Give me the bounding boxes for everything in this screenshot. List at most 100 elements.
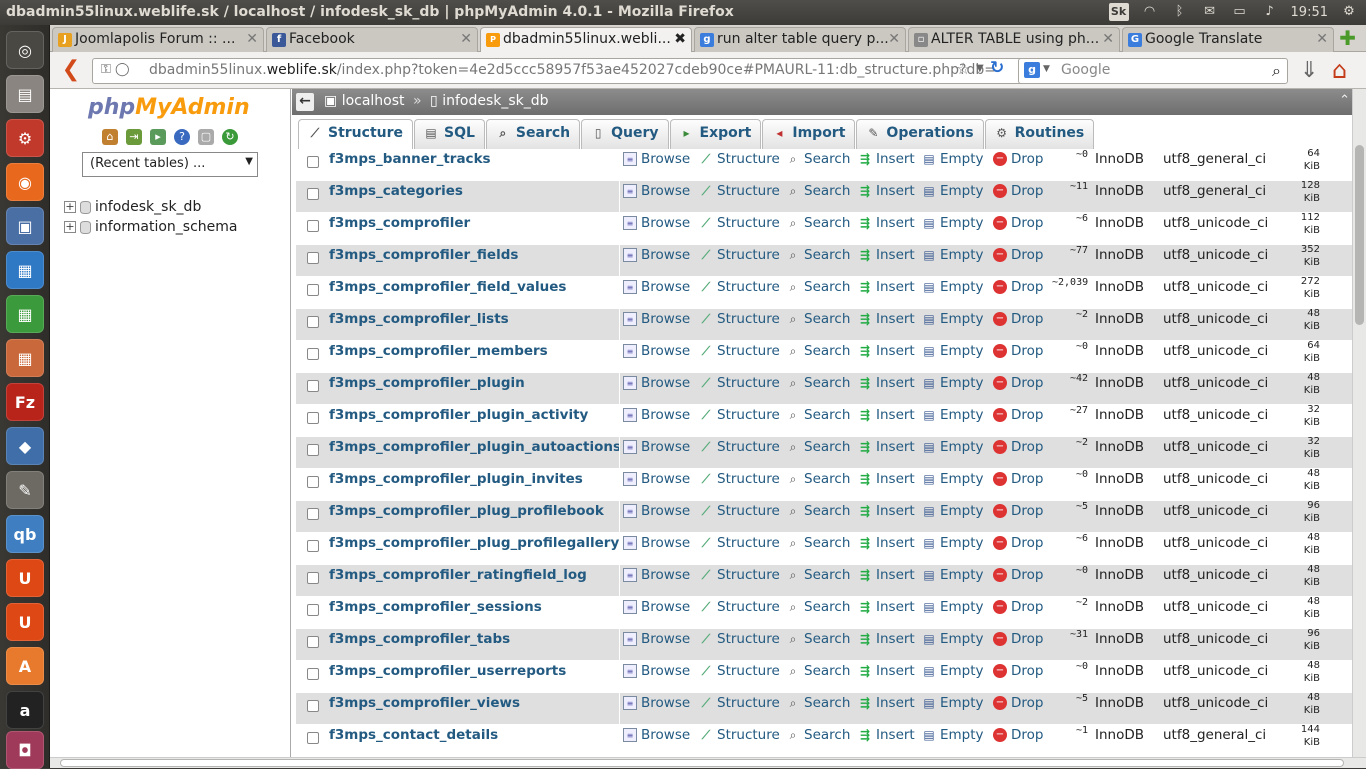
reload-icon[interactable]: ↻ <box>990 58 1004 78</box>
structure-action[interactable]: ⟋ Structure <box>699 599 780 615</box>
volume-icon[interactable]: ♪ <box>1261 3 1279 21</box>
collapse-navigation-button[interactable]: ← <box>296 93 314 111</box>
row-checkbox[interactable] <box>307 412 319 424</box>
insert-action[interactable]: ⇶ Insert <box>858 343 915 359</box>
structure-action[interactable]: ⟋ Structure <box>699 311 780 327</box>
empty-action[interactable]: ▤ Empty <box>922 663 983 679</box>
row-checkbox[interactable] <box>307 636 319 648</box>
empty-action[interactable]: ▤ Empty <box>922 311 983 327</box>
browse-action[interactable]: ≡ Browse <box>623 727 690 743</box>
empty-action[interactable]: ▤ Empty <box>922 471 983 487</box>
table-name-link[interactable]: f3mps_comprofiler_plugin_activity <box>329 407 619 423</box>
drop-action[interactable]: − Drop <box>993 727 1043 743</box>
tab-export[interactable]: ▸ Export <box>669 119 762 149</box>
row-checkbox[interactable] <box>307 732 319 744</box>
structure-action[interactable]: ⟋ Structure <box>699 695 780 711</box>
bluetooth-icon[interactable]: ᛒ <box>1171 3 1189 21</box>
insert-action[interactable]: ⇶ Insert <box>858 183 915 199</box>
ubuntu-software-icon[interactable]: U <box>6 603 44 641</box>
software-center-icon[interactable]: A <box>6 647 44 685</box>
recent-tables-select[interactable]: (Recent tables) ... ▼ <box>82 152 258 177</box>
firefox-icon[interactable]: ◉ <box>6 163 44 201</box>
db-tree-item[interactable]: + information_schema <box>64 219 238 235</box>
empty-action[interactable]: ▤ Empty <box>922 247 983 263</box>
dash-home-icon[interactable]: ◎ <box>6 31 44 69</box>
drop-action[interactable]: − Drop <box>993 567 1043 583</box>
close-icon[interactable]: ✕ <box>888 31 900 47</box>
table-name-link[interactable]: f3mps_comprofiler <box>329 215 619 231</box>
browse-action[interactable]: ≡ Browse <box>623 567 690 583</box>
row-checkbox[interactable] <box>307 508 319 520</box>
history-dropdown-icon[interactable]: ▼ <box>976 63 984 74</box>
settings-icon[interactable]: ⚙ <box>6 119 44 157</box>
empty-action[interactable]: ▤ Empty <box>922 375 983 391</box>
browse-action[interactable]: ≡ Browse <box>623 279 690 295</box>
row-checkbox[interactable] <box>307 284 319 296</box>
table-name-link[interactable]: f3mps_comprofiler_ratingfield_log <box>329 567 619 583</box>
downloads-icon[interactable]: ⇓ <box>1300 58 1318 83</box>
structure-action[interactable]: ⟋ Structure <box>699 631 780 647</box>
structure-action[interactable]: ⟋ Structure <box>699 151 780 167</box>
empty-action[interactable]: ▤ Empty <box>922 631 983 647</box>
insert-action[interactable]: ⇶ Insert <box>858 311 915 327</box>
row-checkbox[interactable] <box>307 380 319 392</box>
trash-icon[interactable]: ◘ <box>6 731 44 769</box>
expand-icon[interactable]: + <box>64 221 76 233</box>
phpmyadmin-logo[interactable]: phpMyAdmin <box>88 95 250 120</box>
browse-action[interactable]: ≡ Browse <box>623 247 690 263</box>
drop-action[interactable]: − Drop <box>993 279 1043 295</box>
browse-action[interactable]: ≡ Browse <box>623 183 690 199</box>
reload-navigation-icon[interactable]: ↻ <box>222 129 238 145</box>
browse-action[interactable]: ≡ Browse <box>623 215 690 231</box>
row-checkbox[interactable] <box>307 348 319 360</box>
insert-action[interactable]: ⇶ Insert <box>858 567 915 583</box>
search-action[interactable]: ⌕ Search <box>786 599 851 615</box>
amazon-icon[interactable]: a <box>6 691 44 729</box>
horizontal-scrollbar[interactable] <box>50 757 1366 768</box>
search-action[interactable]: ⌕ Search <box>786 695 851 711</box>
search-action[interactable]: ⌕ Search <box>786 343 851 359</box>
insert-action[interactable]: ⇶ Insert <box>858 151 915 167</box>
browse-action[interactable]: ≡ Browse <box>623 695 690 711</box>
row-checkbox[interactable] <box>307 156 319 168</box>
row-checkbox[interactable] <box>307 540 319 552</box>
drop-action[interactable]: − Drop <box>993 599 1043 615</box>
site-identity-key-icon[interactable]: ⚿ ◯ <box>101 62 130 77</box>
search-action[interactable]: ⌕ Search <box>786 503 851 519</box>
scrollbar-thumb[interactable] <box>1355 145 1364 325</box>
tab-structure[interactable]: ⟋ Structure <box>298 119 414 149</box>
table-name-link[interactable]: f3mps_comprofiler_plug_profilegallery <box>329 535 619 551</box>
structure-action[interactable]: ⟋ Structure <box>699 343 780 359</box>
gimp-icon[interactable]: ✎ <box>6 471 44 509</box>
empty-action[interactable]: ▤ Empty <box>922 503 983 519</box>
empty-action[interactable]: ▤ Empty <box>922 151 983 167</box>
url-bar[interactable]: ⚿ ◯ dbadmin55linux.weblife.sk/index.php?… <box>92 58 1054 84</box>
row-checkbox[interactable] <box>307 604 319 616</box>
table-name-link[interactable]: f3mps_comprofiler_plugin <box>329 375 619 391</box>
insert-action[interactable]: ⇶ Insert <box>858 407 915 423</box>
structure-action[interactable]: ⟋ Structure <box>699 183 780 199</box>
search-action[interactable]: ⌕ Search <box>786 535 851 551</box>
browse-action[interactable]: ≡ Browse <box>623 503 690 519</box>
close-icon[interactable]: ✕ <box>460 31 472 47</box>
empty-action[interactable]: ▤ Empty <box>922 567 983 583</box>
insert-action[interactable]: ⇶ Insert <box>858 471 915 487</box>
tab-operations[interactable]: ✎ Operations <box>856 119 984 149</box>
insert-action[interactable]: ⇶ Insert <box>858 375 915 391</box>
structure-action[interactable]: ⟋ Structure <box>699 471 780 487</box>
browse-action[interactable]: ≡ Browse <box>623 343 690 359</box>
row-checkbox[interactable] <box>307 252 319 264</box>
qbittorrent-icon[interactable]: qb <box>6 515 44 553</box>
home-icon[interactable]: ⌂ <box>102 129 118 145</box>
table-name-link[interactable]: f3mps_comprofiler_plugin_autoactions <box>329 439 619 455</box>
filezilla-icon[interactable]: Fz <box>6 383 44 421</box>
structure-action[interactable]: ⟋ Structure <box>699 567 780 583</box>
close-icon[interactable]: ✕ <box>1316 31 1328 47</box>
empty-action[interactable]: ▤ Empty <box>922 695 983 711</box>
search-action[interactable]: ⌕ Search <box>786 151 851 167</box>
drop-action[interactable]: − Drop <box>993 375 1043 391</box>
browse-action[interactable]: ≡ Browse <box>623 407 690 423</box>
browser-tab[interactable]: ▫ ALTER TABLE using ph... ✕ <box>908 27 1120 52</box>
table-name-link[interactable]: f3mps_banner_tracks <box>329 151 619 167</box>
browse-action[interactable]: ≡ Browse <box>623 439 690 455</box>
